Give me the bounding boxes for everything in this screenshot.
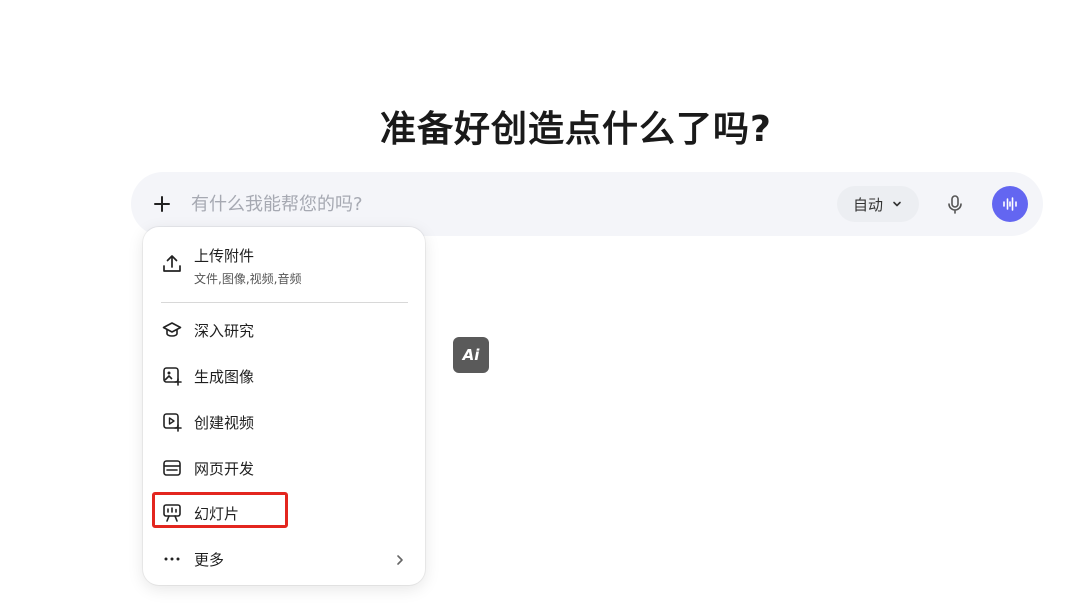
menu-item-label: 上传附件 [194, 247, 255, 265]
chat-input[interactable] [191, 188, 751, 220]
mode-label: 自动 [852, 195, 883, 214]
menu-item-label: 更多 [194, 550, 225, 569]
page: 准备好创造点什么了吗? 自动 [0, 0, 1080, 609]
menu-item-label: 幻灯片 [194, 504, 240, 523]
mode-dropdown[interactable]: 自动 [837, 186, 919, 222]
chevron-right-icon [393, 552, 407, 566]
video-plus-icon [161, 411, 183, 433]
menu-item-deep-research[interactable]: 深入研究 [151, 310, 417, 350]
menu-item-subtitle: 文件,图像,视频,音频 [194, 272, 302, 286]
plus-icon [152, 194, 172, 214]
upload-icon [161, 253, 183, 275]
menu-item-generate-image[interactable]: 生成图像 [151, 356, 417, 396]
graduation-cap-icon [161, 319, 183, 341]
menu-item-label: 生成图像 [194, 367, 255, 386]
microphone-icon [944, 193, 966, 215]
menu-item-web-dev[interactable]: 网页开发 [151, 448, 417, 488]
more-dots-icon [161, 548, 183, 570]
voice-wave-icon [1000, 194, 1020, 214]
presentation-icon [161, 502, 183, 524]
image-plus-icon [161, 365, 183, 387]
attach-button[interactable] [145, 187, 179, 221]
menu-item-more[interactable]: 更多 [151, 539, 417, 579]
page-title: 准备好创造点什么了吗? [380, 109, 772, 150]
menu-item-slides[interactable]: 幻灯片 [151, 493, 417, 533]
attachment-menu: 上传附件 文件,图像,视频,音频 深入研究 生成图像 创建视频 网页开发 幻灯片… [143, 227, 425, 585]
chevron-down-icon [891, 198, 903, 210]
microphone-button[interactable] [937, 186, 973, 222]
menu-item-create-video[interactable]: 创建视频 [151, 402, 417, 442]
menu-item-label: 深入研究 [194, 321, 255, 340]
menu-item-upload[interactable]: 上传附件 文件,图像,视频,音频 [151, 241, 417, 291]
browser-window-icon [161, 457, 183, 479]
menu-item-label: 创建视频 [194, 413, 255, 432]
menu-divider [161, 302, 408, 303]
voice-mode-button[interactable] [992, 186, 1028, 222]
ai-badge[interactable]: Ai [453, 337, 489, 373]
menu-item-label: 网页开发 [194, 459, 255, 478]
